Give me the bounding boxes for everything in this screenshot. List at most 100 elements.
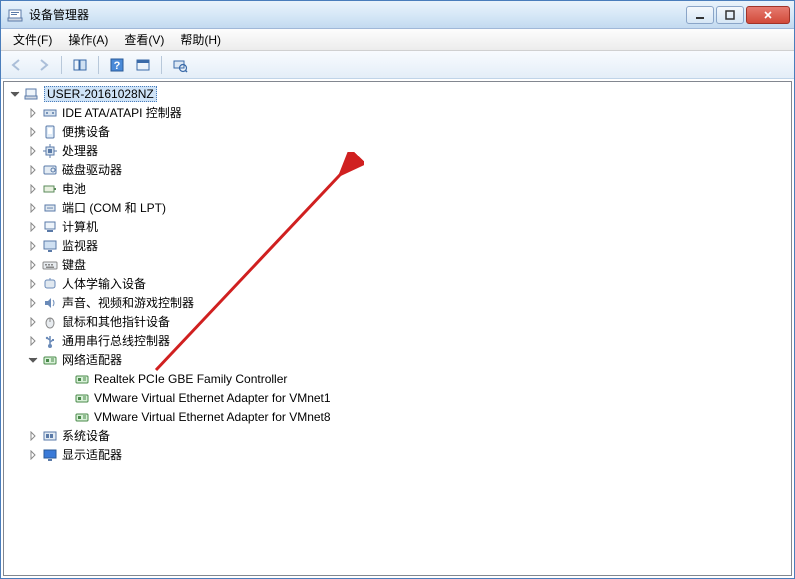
collapse-icon[interactable] [26, 353, 40, 367]
tree-node[interactable]: 显示适配器 [4, 445, 791, 464]
forward-button[interactable] [31, 54, 55, 76]
tree-node-label: 便携设备 [62, 123, 110, 140]
battery-icon [42, 181, 58, 197]
maximize-button[interactable] [716, 6, 744, 24]
toolbar: ? [1, 51, 794, 79]
portable-icon [42, 124, 58, 140]
menu-help[interactable]: 帮助(H) [172, 29, 229, 50]
usb-icon [42, 333, 58, 349]
content-area: USER-20161028NZ IDE ATA/ATAPI 控制器便携设备处理器磁… [1, 79, 794, 578]
tree-node[interactable]: VMware Virtual Ethernet Adapter for VMne… [4, 388, 791, 407]
titlebar[interactable]: 设备管理器 [1, 1, 794, 29]
menu-action[interactable]: 操作(A) [60, 29, 116, 50]
expand-icon[interactable] [26, 448, 40, 462]
expand-icon[interactable] [26, 277, 40, 291]
cpu-icon [42, 143, 58, 159]
tree-node-label: 计算机 [62, 218, 98, 235]
tree-node[interactable]: 鼠标和其他指针设备 [4, 312, 791, 331]
help-button[interactable]: ? [105, 54, 129, 76]
tree-node[interactable]: 系统设备 [4, 426, 791, 445]
tree-node-label: 端口 (COM 和 LPT) [62, 199, 166, 216]
tree-node-label: VMware Virtual Ethernet Adapter for VMne… [94, 391, 331, 405]
tree-node[interactable]: 网络适配器 [4, 350, 791, 369]
tree-node-label: 人体学输入设备 [62, 275, 146, 292]
network-icon [42, 352, 58, 368]
tree-node[interactable]: IDE ATA/ATAPI 控制器 [4, 103, 791, 122]
properties-button[interactable] [131, 54, 155, 76]
tree-node[interactable]: VMware Virtual Ethernet Adapter for VMne… [4, 407, 791, 426]
back-button[interactable] [5, 54, 29, 76]
tree-node-label: 电池 [62, 180, 86, 197]
tree-node-label: 处理器 [62, 142, 98, 159]
tree-node-label: 监视器 [62, 237, 98, 254]
hid-icon [42, 276, 58, 292]
tree-node-label: 通用串行总线控制器 [62, 332, 170, 349]
tree-node[interactable]: 处理器 [4, 141, 791, 160]
toolbar-separator [161, 56, 162, 74]
expand-icon[interactable] [26, 258, 40, 272]
network-icon [74, 390, 90, 406]
window-controls [686, 6, 790, 24]
tree-node[interactable]: Realtek PCIe GBE Family Controller [4, 369, 791, 388]
sound-icon [42, 295, 58, 311]
show-hide-console-tree-button[interactable] [68, 54, 92, 76]
expand-icon[interactable] [26, 163, 40, 177]
tree-node-label: 磁盘驱动器 [62, 161, 122, 178]
scan-hardware-button[interactable] [168, 54, 192, 76]
menu-file[interactable]: 文件(F) [5, 29, 60, 50]
close-button[interactable] [746, 6, 790, 24]
system-icon [42, 428, 58, 444]
ports-icon [42, 200, 58, 216]
keyboard-icon [42, 257, 58, 273]
tree-node-label: IDE ATA/ATAPI 控制器 [62, 104, 182, 121]
tree-node-label: 系统设备 [62, 427, 110, 444]
tree-node-label: VMware Virtual Ethernet Adapter for VMne… [94, 410, 331, 424]
expand-icon[interactable] [26, 239, 40, 253]
computer-icon [42, 219, 58, 235]
device-tree[interactable]: USER-20161028NZ IDE ATA/ATAPI 控制器便携设备处理器磁… [3, 81, 792, 576]
collapse-icon[interactable] [8, 87, 22, 101]
expand-icon[interactable] [26, 334, 40, 348]
tree-node[interactable]: 人体学输入设备 [4, 274, 791, 293]
ide-icon [42, 105, 58, 121]
tree-node[interactable]: 便携设备 [4, 122, 791, 141]
expand-icon[interactable] [26, 429, 40, 443]
tree-node[interactable]: 通用串行总线控制器 [4, 331, 791, 350]
window-title: 设备管理器 [29, 6, 686, 23]
expand-icon[interactable] [26, 144, 40, 158]
display-icon [42, 447, 58, 463]
tree-node[interactable]: 计算机 [4, 217, 791, 236]
tree-node-label: USER-20161028NZ [44, 86, 157, 102]
tree-node-label: 显示适配器 [62, 446, 122, 463]
tree-node[interactable]: 键盘 [4, 255, 791, 274]
monitor-icon [42, 238, 58, 254]
menu-view[interactable]: 查看(V) [116, 29, 172, 50]
expand-icon[interactable] [26, 201, 40, 215]
svg-text:?: ? [114, 60, 121, 72]
expand-icon[interactable] [26, 296, 40, 310]
minimize-button[interactable] [686, 6, 714, 24]
tree-node-label: Realtek PCIe GBE Family Controller [94, 372, 287, 386]
tree-node[interactable]: 监视器 [4, 236, 791, 255]
toolbar-separator [61, 56, 62, 74]
tree-node[interactable]: 声音、视频和游戏控制器 [4, 293, 791, 312]
expand-icon[interactable] [26, 220, 40, 234]
tree-node[interactable]: 电池 [4, 179, 791, 198]
tree-node[interactable]: USER-20161028NZ [4, 84, 791, 103]
menubar: 文件(F) 操作(A) 查看(V) 帮助(H) [1, 29, 794, 51]
expand-icon[interactable] [26, 315, 40, 329]
tree-node-label: 键盘 [62, 256, 86, 273]
mouse-icon [42, 314, 58, 330]
expand-icon[interactable] [26, 106, 40, 120]
app-icon [7, 7, 23, 23]
tree-node-label: 网络适配器 [62, 351, 122, 368]
expand-icon[interactable] [26, 125, 40, 139]
tree-node[interactable]: 端口 (COM 和 LPT) [4, 198, 791, 217]
disk-icon [42, 162, 58, 178]
tree-node-label: 鼠标和其他指针设备 [62, 313, 170, 330]
network-icon [74, 409, 90, 425]
tree-node[interactable]: 磁盘驱动器 [4, 160, 791, 179]
expand-icon[interactable] [26, 182, 40, 196]
toolbar-separator [98, 56, 99, 74]
device-manager-window: 设备管理器 文件(F) 操作(A) 查看(V) 帮助(H) ? [0, 0, 795, 579]
